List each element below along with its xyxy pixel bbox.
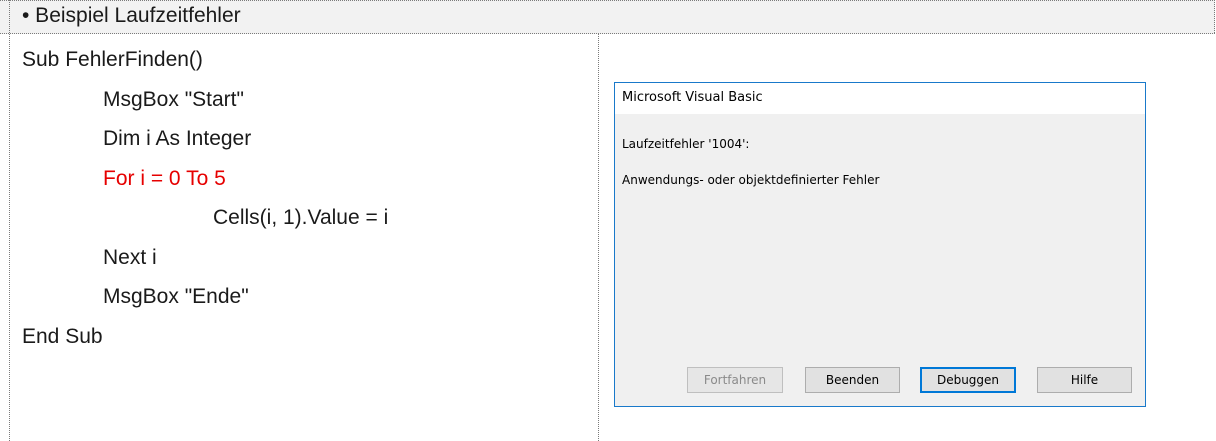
dialog-titlebar[interactable]: Microsoft Visual Basic	[615, 83, 1145, 114]
code-line-dim: Dim i As Integer	[103, 127, 252, 150]
code-line-next: Next i	[103, 245, 157, 269]
left-border	[9, 0, 10, 441]
right-border	[1214, 0, 1215, 33]
header-title: • Beispiel Laufzeitfehler	[22, 4, 241, 27]
code-line-end-sub: End Sub	[22, 324, 103, 348]
continue-button[interactable]: Fortfahren	[687, 367, 783, 393]
end-button[interactable]: Beenden	[805, 367, 900, 393]
dialog-title: Microsoft Visual Basic	[622, 90, 763, 105]
runtime-error-dialog: Microsoft Visual Basic Laufzeitfehler '1…	[614, 82, 1146, 407]
slide-header: • Beispiel Laufzeitfehler	[0, 0, 1215, 34]
debug-button[interactable]: Debuggen	[920, 367, 1016, 393]
error-code-text: Laufzeitfehler '1004':	[622, 137, 750, 151]
code-line-for-error: For i = 0 To 5	[103, 166, 226, 190]
code-line-msgbox-end: MsgBox "Ende"	[103, 285, 249, 308]
vba-code-block: Sub FehlerFinden() MsgBox "Start" Dim i …	[22, 40, 592, 356]
column-divider	[598, 34, 599, 441]
code-line-sub: Sub FehlerFinden()	[22, 48, 203, 71]
code-line-msgbox-start: MsgBox "Start"	[103, 87, 244, 111]
help-button[interactable]: Hilfe	[1037, 367, 1132, 393]
code-line-cells: Cells(i, 1).Value = i	[213, 206, 389, 229]
error-message-text: Anwendungs- oder objektdefinierter Fehle…	[622, 173, 880, 187]
